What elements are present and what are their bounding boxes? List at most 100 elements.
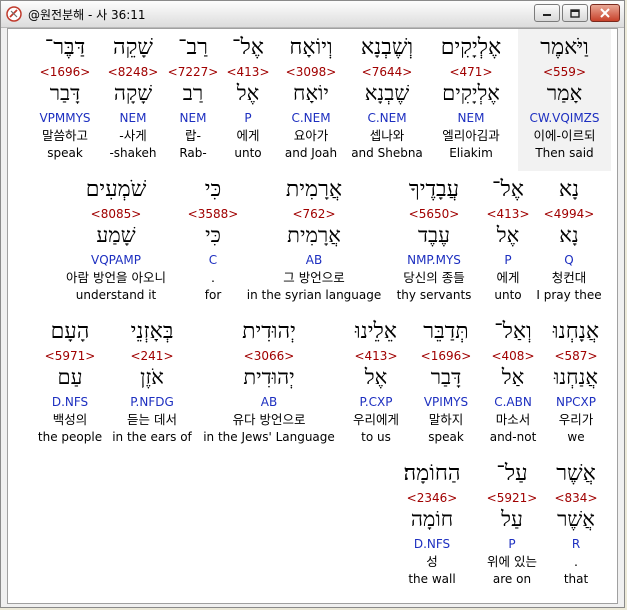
parsing-code: P (508, 537, 516, 551)
hebrew-word: כִּי (204, 177, 222, 202)
english-gloss: to us (361, 430, 391, 444)
strong-number: <1696> (420, 349, 472, 363)
strong-number: <587> (554, 349, 598, 363)
close-button[interactable] (590, 4, 620, 22)
korean-gloss: 당신의 종들 (403, 270, 465, 285)
word-cell[interactable]: שָׁקֵה <8248> שָׁקָה NEM -사게 -shakeh (102, 29, 164, 171)
maximize-button[interactable] (562, 4, 588, 22)
parsing-code: P (504, 253, 512, 267)
parsing-code: VQPAMP (91, 253, 141, 267)
word-cell[interactable]: דַּבֶּר־ <1696> דָּבַר VPMMYS 말씀하고 speak (30, 29, 100, 171)
lemma: שָׁקָה (113, 81, 153, 105)
korean-gloss: 이에-이르되 (533, 128, 596, 143)
window-title: @원전분해 - 사 36:11 (28, 7, 146, 22)
english-gloss: Then said (535, 146, 594, 160)
parsing-code: D.NFS (413, 537, 451, 551)
strong-number: <5971> (44, 349, 96, 363)
lemma: יְהוּדִית (243, 365, 295, 389)
lemma: יוֹאָח (293, 81, 329, 105)
word-cell[interactable]: רַב־ <7227> רַב NEM 랍- Rab- (165, 29, 221, 171)
lemma: אֲנַחְנוּ (553, 365, 599, 389)
word-cell[interactable]: יְהוּדִית <3066> יְהוּדִית AB 유다 방언으로 in… (198, 313, 340, 455)
word-cell[interactable]: וַיֹּאמֶר <559> אָמַר CW.VQIMZS 이에-이르되 T… (518, 29, 611, 171)
window-controls (534, 4, 620, 22)
strong-number: <3588> (187, 207, 239, 221)
english-gloss: that (563, 572, 589, 586)
strong-number: <241> (130, 349, 174, 363)
word-cell[interactable]: וְיוֹאָח <3098> יוֹאָח C.NEM 요아가 and Joa… (276, 29, 346, 171)
lemma: דָּבַר (430, 365, 462, 389)
lemma: חוֹמָה (410, 507, 454, 531)
korean-gloss: 백성의 (52, 412, 88, 427)
word-cell[interactable]: אֲרָמִית <762> אֲרָמִית AB 그 방언으로 in the… (242, 171, 386, 313)
word-cell[interactable]: תְּדַבֵּר <1696> דָּבַר VPIMYS 말하지 speak (412, 313, 480, 455)
title-bar[interactable]: @원전분해 - 사 36:11 (1, 1, 624, 28)
word-cell[interactable]: עַל־ <5921> עַל P 위에 있는 are on (478, 455, 546, 597)
korean-gloss: 셉나와 (369, 128, 405, 143)
english-gloss: in the Jews' Language (203, 430, 335, 444)
strong-number: <1696> (39, 65, 91, 79)
english-gloss: the people (37, 430, 103, 444)
korean-gloss: 유다 방언으로 (232, 412, 306, 427)
word-cell[interactable]: אֲנָחְנוּ <587> אֲנַחְנוּ NPCXP 우리가 we (546, 313, 606, 455)
word-cell[interactable]: הָעָם <5971> עַם D.NFS 백성의 the people (34, 313, 106, 455)
hebrew-word: אֲנָחְנוּ (552, 319, 600, 344)
interlinear-panel[interactable]: וַיֹּאמֶר <559> אָמַר CW.VQIMZS 이에-이르되 T… (7, 28, 618, 604)
parsing-code: CW.VQIMZS (529, 111, 600, 125)
parsing-code: C (208, 253, 218, 267)
hebrew-word: וְשֶׁבְנָא (360, 35, 414, 60)
lemma: אַל (501, 365, 525, 389)
word-cell[interactable]: נָא <4994> נָא Q 청컨대 I pray thee (534, 171, 604, 313)
hebrew-word: שֹׁמְעִים (85, 177, 147, 202)
word-cell[interactable]: שֹׁמְעִים <8085> שָׁמַע VQPAMP 아람 방언을 아오… (48, 171, 184, 313)
english-gloss: the wall (408, 572, 456, 586)
english-gloss: and Shebna (351, 146, 423, 160)
word-cell[interactable]: אֲשֶׁר <834> אֲשֶׁר R . that (548, 455, 604, 597)
parsing-code: NEM (119, 111, 147, 125)
strong-number: <413> (354, 349, 398, 363)
word-cell[interactable]: אֶל־ <413> אֶל P 에게 unto (482, 171, 534, 313)
parsing-code: D.NFS (51, 395, 89, 409)
english-gloss: we (567, 430, 585, 444)
strong-number: <5650> (408, 207, 460, 221)
strong-number: <7644> (361, 65, 413, 79)
english-gloss: are on (492, 572, 532, 586)
hebrew-word: וְאַל־ (494, 319, 532, 344)
strong-number: <471> (449, 65, 493, 79)
lemma: אֶל (496, 223, 520, 247)
strong-number: <762> (292, 207, 336, 221)
word-cell[interactable]: וְשֶׁבְנָא <7644> שֶׁבְנָא C.NEM 셉나와 and… (347, 29, 427, 171)
english-gloss: unto (234, 146, 262, 160)
word-cell[interactable]: כִּי <3588> כִּי C . for (186, 171, 240, 313)
word-cell[interactable]: אֵלֵינוּ <413> אֶל P.CXP 우리에게 to us (342, 313, 410, 455)
hebrew-word: תְּדַבֵּר (423, 319, 469, 344)
parsing-code: P.NFDG (130, 395, 174, 409)
parsing-code: R (571, 537, 581, 551)
word-cell[interactable]: וְאַל־ <408> אַל C.ABN 마소서 and-not (482, 313, 544, 455)
strong-number: <3098> (285, 65, 337, 79)
korean-gloss: 아람 방언을 아오니 (66, 270, 166, 285)
strong-number: <5921> (486, 491, 538, 505)
english-gloss: in the ears of (112, 430, 192, 444)
word-cell[interactable]: אֶלְיָקִים <471> אֶלְיָקִים NEM 엘리아김과 El… (428, 29, 514, 171)
english-gloss: and Joah (284, 146, 338, 160)
strong-number: <413> (486, 207, 530, 221)
hebrew-word: אֵלֵינוּ (354, 319, 398, 344)
korean-gloss: 청컨대 (551, 270, 587, 285)
hebrew-word: דַּבֶּר־ (44, 35, 86, 60)
word-cell[interactable]: אֶל־ <413> אֶל P 에게 unto (222, 29, 274, 171)
lemma: אֶל (236, 81, 260, 105)
lemma: אֶל (364, 365, 388, 389)
word-cell[interactable]: הַחוֹמָה׃ <2346> חוֹמָה D.NFS 성 the wall (388, 455, 476, 597)
minimize-button[interactable] (534, 4, 560, 22)
lemma: עַל (501, 507, 523, 531)
word-cell[interactable]: עֲבָדֶיךָ <5650> עֶבֶד NMP.MYS 당신의 종들 th… (388, 171, 480, 313)
word-cell[interactable]: בְּאָזְנֵי <241> אֹזֶן P.NFDG 듣는 데서 in t… (108, 313, 196, 455)
korean-gloss: 위에 있는 (487, 554, 537, 569)
korean-gloss: 요아가 (293, 128, 329, 143)
lemma: נָא (559, 223, 579, 247)
korean-gloss: 엘리아김과 (442, 128, 500, 143)
korean-gloss: 말하지 (428, 412, 464, 427)
korean-gloss: 마소서 (495, 412, 531, 427)
korean-gloss: 말씀하고 (41, 128, 88, 143)
